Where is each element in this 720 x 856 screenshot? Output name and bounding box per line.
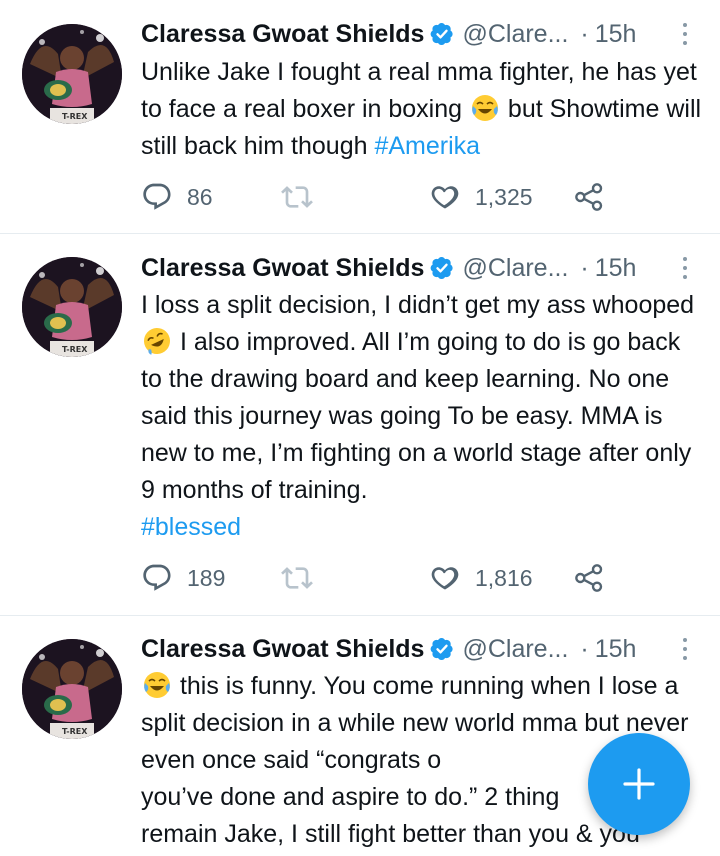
heart-icon: [429, 562, 461, 594]
hashtag-link[interactable]: #blessed: [141, 513, 241, 541]
retweet-icon: [281, 562, 313, 594]
like-count: 1,325: [475, 183, 533, 210]
separator: ·: [580, 253, 589, 282]
tweet-header: Claressa Gwoat Shields @Clare... · 15h: [141, 16, 690, 52]
author-name[interactable]: Claressa Gwoat Shields: [141, 254, 424, 283]
compose-tweet-button[interactable]: [588, 733, 690, 835]
reply-button[interactable]: 86: [141, 177, 213, 217]
retweet-button[interactable]: [281, 558, 313, 598]
share-icon: [573, 181, 605, 213]
timestamp[interactable]: 15h: [595, 20, 637, 49]
author-name[interactable]: Claressa Gwoat Shields: [141, 20, 424, 49]
heart-icon: [429, 181, 461, 213]
avatar[interactable]: [22, 24, 122, 124]
timestamp[interactable]: 15h: [595, 635, 637, 664]
author-handle[interactable]: @Clare...: [462, 20, 568, 49]
face-with-tears-of-joy-icon: [143, 671, 171, 699]
tweet[interactable]: Claressa Gwoat Shields @Clare... · 15h I…: [0, 233, 720, 616]
tweet-header: Claressa Gwoat Shields @Clare... · 15h: [141, 631, 690, 667]
tweet-text-part: I also improved. All I’m going to do is …: [141, 328, 699, 504]
face-with-tears-of-joy-icon: [471, 94, 499, 122]
verified-badge-icon: [430, 256, 454, 280]
reply-count: 189: [187, 564, 226, 591]
more-options-icon[interactable]: [680, 254, 690, 282]
tweet-text-part: remain Jake, I still fight better than y…: [141, 820, 640, 848]
reply-count: 86: [187, 183, 213, 210]
tweet-actions: 189 1,816: [141, 558, 611, 598]
author-handle[interactable]: @Clare...: [462, 254, 568, 283]
author-handle[interactable]: @Clare...: [462, 635, 568, 664]
author-name[interactable]: Claressa Gwoat Shields: [141, 635, 424, 664]
tweet-text-part: I loss a split decision, I didn’t get my…: [141, 291, 702, 319]
like-button[interactable]: 1,816: [429, 558, 533, 598]
hashtag-link[interactable]: #Amerika: [374, 132, 480, 160]
like-button[interactable]: 1,325: [429, 177, 533, 217]
separator: ·: [580, 19, 589, 48]
verified-badge-icon: [430, 22, 454, 46]
more-options-icon[interactable]: [680, 20, 690, 48]
timestamp[interactable]: 15h: [595, 254, 637, 283]
tweet-text-part: you’ve done and aspire to do.” 2 thing: [141, 783, 560, 811]
rolling-on-the-floor-laughing-icon: [143, 327, 171, 355]
verified-badge-icon: [430, 637, 454, 661]
reply-button[interactable]: 189: [141, 558, 225, 598]
like-count: 1,816: [475, 564, 533, 591]
reply-icon: [141, 181, 173, 213]
tweet[interactable]: Claressa Gwoat Shields @Clare... · 15h U…: [0, 0, 720, 234]
tweet-actions: 86 1,325: [141, 177, 611, 217]
avatar[interactable]: [22, 639, 122, 739]
tweet-text: Unlike Jake I fought a real mma fighter,…: [141, 54, 706, 165]
tweet-header: Claressa Gwoat Shields @Clare... · 15h: [141, 250, 690, 286]
reply-icon: [141, 562, 173, 594]
share-button[interactable]: [573, 177, 605, 217]
share-button[interactable]: [573, 558, 605, 598]
retweet-button[interactable]: [281, 177, 313, 217]
plus-icon: [623, 768, 655, 800]
more-options-icon[interactable]: [680, 635, 690, 663]
share-icon: [573, 562, 605, 594]
separator: ·: [580, 634, 589, 663]
avatar[interactable]: [22, 257, 122, 357]
tweet-text: I loss a split decision, I didn’t get my…: [141, 287, 706, 546]
retweet-icon: [281, 181, 313, 213]
